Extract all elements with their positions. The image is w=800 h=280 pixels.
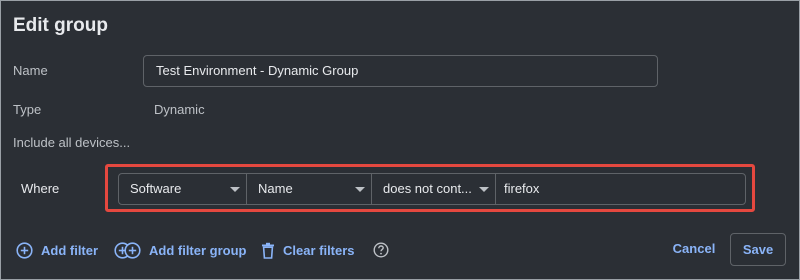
- caret-down-icon: [355, 187, 365, 192]
- filter-category-value: Software: [130, 181, 182, 196]
- group-name-input[interactable]: Test Environment - Dynamic Group: [143, 55, 658, 87]
- clear-filters-label: Clear filters: [283, 242, 355, 258]
- filter-operator-select[interactable]: does not cont...: [372, 174, 496, 204]
- filter-row: Software Name does not cont... firefox: [118, 173, 746, 205]
- clear-filters-button[interactable]: Clear filters: [261, 241, 355, 259]
- filter-operator-value: does not cont...: [383, 181, 472, 196]
- cancel-button[interactable]: Cancel: [665, 233, 723, 265]
- add-filter-group-label: Add filter group: [149, 242, 247, 258]
- type-value: Dynamic: [154, 102, 205, 117]
- double-plus-circle-icon: [114, 241, 141, 259]
- help-circle-icon: [373, 242, 389, 262]
- type-label: Type: [13, 102, 42, 117]
- dialog-title: Edit group: [13, 15, 108, 36]
- add-filter-button[interactable]: Add filter: [16, 241, 98, 259]
- trash-icon: [261, 242, 275, 259]
- save-button[interactable]: Save: [730, 233, 786, 266]
- plus-circle-icon: [16, 241, 33, 259]
- caret-down-icon: [230, 187, 240, 192]
- help-button[interactable]: [373, 242, 389, 258]
- where-label: Where: [21, 181, 60, 196]
- include-all-devices-label: Include all devices...: [13, 135, 131, 150]
- filter-field-value: Name: [258, 181, 293, 196]
- caret-down-icon: [479, 187, 489, 192]
- filter-field-select[interactable]: Name: [247, 174, 372, 204]
- filter-category-select[interactable]: Software: [119, 174, 247, 204]
- edit-group-dialog: Edit group Name Test Environment - Dynam…: [0, 0, 800, 280]
- add-filter-group-button[interactable]: Add filter group: [114, 241, 247, 259]
- add-filter-label: Add filter: [41, 242, 99, 258]
- name-label: Name: [13, 63, 48, 78]
- filter-value-input[interactable]: firefox: [496, 174, 745, 204]
